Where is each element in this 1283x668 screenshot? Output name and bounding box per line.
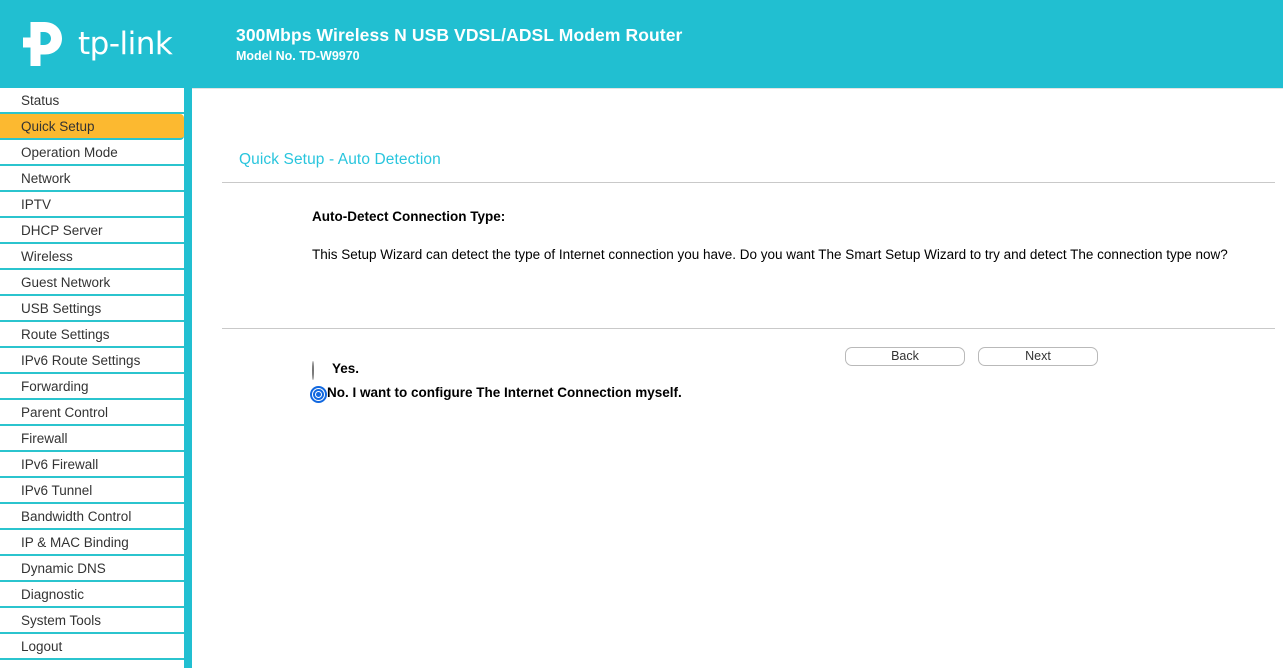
sidebar-accent-rail [184,88,192,668]
sidebar-item-label: Guest Network [21,274,111,290]
radio-option-yes[interactable]: Yes. [312,359,360,380]
next-button[interactable]: Next [978,347,1098,366]
divider-top [222,182,1275,183]
sidebar-item-label: Forwarding [21,378,89,394]
sidebar-item-label: USB Settings [21,300,102,316]
sidebar-item-quick-setup[interactable]: Quick Setup [0,114,184,140]
sidebar-item-label: Wireless [21,248,73,264]
section-label: Auto-Detect Connection Type: [312,209,506,224]
sidebar-item-label: IP & MAC Binding [21,534,129,550]
sidebar-item-ipv6-tunnel[interactable]: IPv6 Tunnel [0,478,184,504]
sidebar-item-logout[interactable]: Logout [0,634,184,660]
sidebar-navigation: Status Quick Setup Operation Mode Network IP… [0,88,192,668]
sidebar-item-firewall[interactable]: Firewall [0,426,184,452]
sidebar-item-ip-mac-binding[interactable]: IP & MAC Binding [0,530,184,556]
sidebar-item-label: IPv6 Route Settings [21,352,141,368]
sidebar-item-status[interactable]: Status [0,88,184,114]
sidebar-item-label: Network [21,170,71,186]
product-model: Model No. TD-W9970 [236,48,360,63]
sidebar-item-label: Operation Mode [21,144,118,160]
sidebar-item-guest-network[interactable]: Guest Network [0,270,184,296]
sidebar-item-label: DHCP Server [21,222,103,238]
sidebar-item-operation-mode[interactable]: Operation Mode [0,140,184,166]
app-header: tp-link 300Mbps Wireless N USB VDSL/ADSL… [0,0,1283,88]
page-title: Quick Setup - Auto Detection [239,151,441,168]
radio-option-no[interactable]: No. I want to configure The Internet Con… [310,383,682,403]
sidebar-menu-list: Status Quick Setup Operation Mode Network IP… [0,88,192,660]
sidebar-item-usb-settings[interactable]: USB Settings [0,296,184,322]
main-content: Quick Setup - Auto Detection Auto-Detect… [192,88,1283,668]
sidebar-item-wireless[interactable]: Wireless [0,244,184,270]
radio-yes-label: Yes. [332,360,360,376]
sidebar-item-label: IPv6 Firewall [21,456,99,472]
sidebar-item-bandwidth-control[interactable]: Bandwidth Control [0,504,184,530]
sidebar-item-label: Bandwidth Control [21,508,132,524]
sidebar-item-label: Route Settings [21,326,110,342]
intro-description: This Setup Wizard can detect the type of… [312,247,1228,262]
sidebar-item-parent-control[interactable]: Parent Control [0,400,184,426]
sidebar-item-label: Dynamic DNS [21,560,106,576]
sidebar-item-system-tools[interactable]: System Tools [0,608,184,634]
brand-logo[interactable]: tp-link [0,0,218,88]
divider-bottom [222,328,1275,329]
sidebar-item-ipv6-firewall[interactable]: IPv6 Firewall [0,452,184,478]
sidebar-item-label: IPTV [21,196,52,212]
sidebar-item-iptv[interactable]: IPTV [0,192,184,218]
product-info: 300Mbps Wireless N USB VDSL/ADSL Modem R… [236,25,682,64]
sidebar-item-dynamic-dns[interactable]: Dynamic DNS [0,556,184,582]
sidebar-item-network[interactable]: Network [0,166,184,192]
sidebar-item-label: IPv6 Tunnel [21,482,93,498]
radio-no-label: No. I want to configure The Internet Con… [327,384,682,400]
sidebar-item-dhcp-server[interactable]: DHCP Server [0,218,184,244]
product-title: 300Mbps Wireless N USB VDSL/ADSL Modem R… [236,24,683,45]
sidebar-item-diagnostic[interactable]: Diagnostic [0,582,184,608]
sidebar-item-label: Firewall [21,430,68,446]
sidebar-item-forwarding[interactable]: Forwarding [0,374,184,400]
brand-wordmark: tp-link [78,26,173,62]
sidebar-item-label: Parent Control [21,404,109,420]
sidebar-item-ipv6-route-settings[interactable]: IPv6 Route Settings [0,348,184,374]
sidebar-item-label: Logout [21,638,63,654]
sidebar-item-route-settings[interactable]: Route Settings [0,322,184,348]
sidebar-item-label: Diagnostic [21,586,85,602]
sidebar-item-label: Quick Setup [21,118,95,134]
tp-link-logo-icon [22,20,72,68]
sidebar-item-label: Status [21,92,60,108]
radio-no-icon[interactable] [310,385,327,403]
sidebar-item-label: System Tools [21,612,102,628]
back-button[interactable]: Back [845,347,965,366]
radio-yes-icon[interactable] [312,360,325,380]
